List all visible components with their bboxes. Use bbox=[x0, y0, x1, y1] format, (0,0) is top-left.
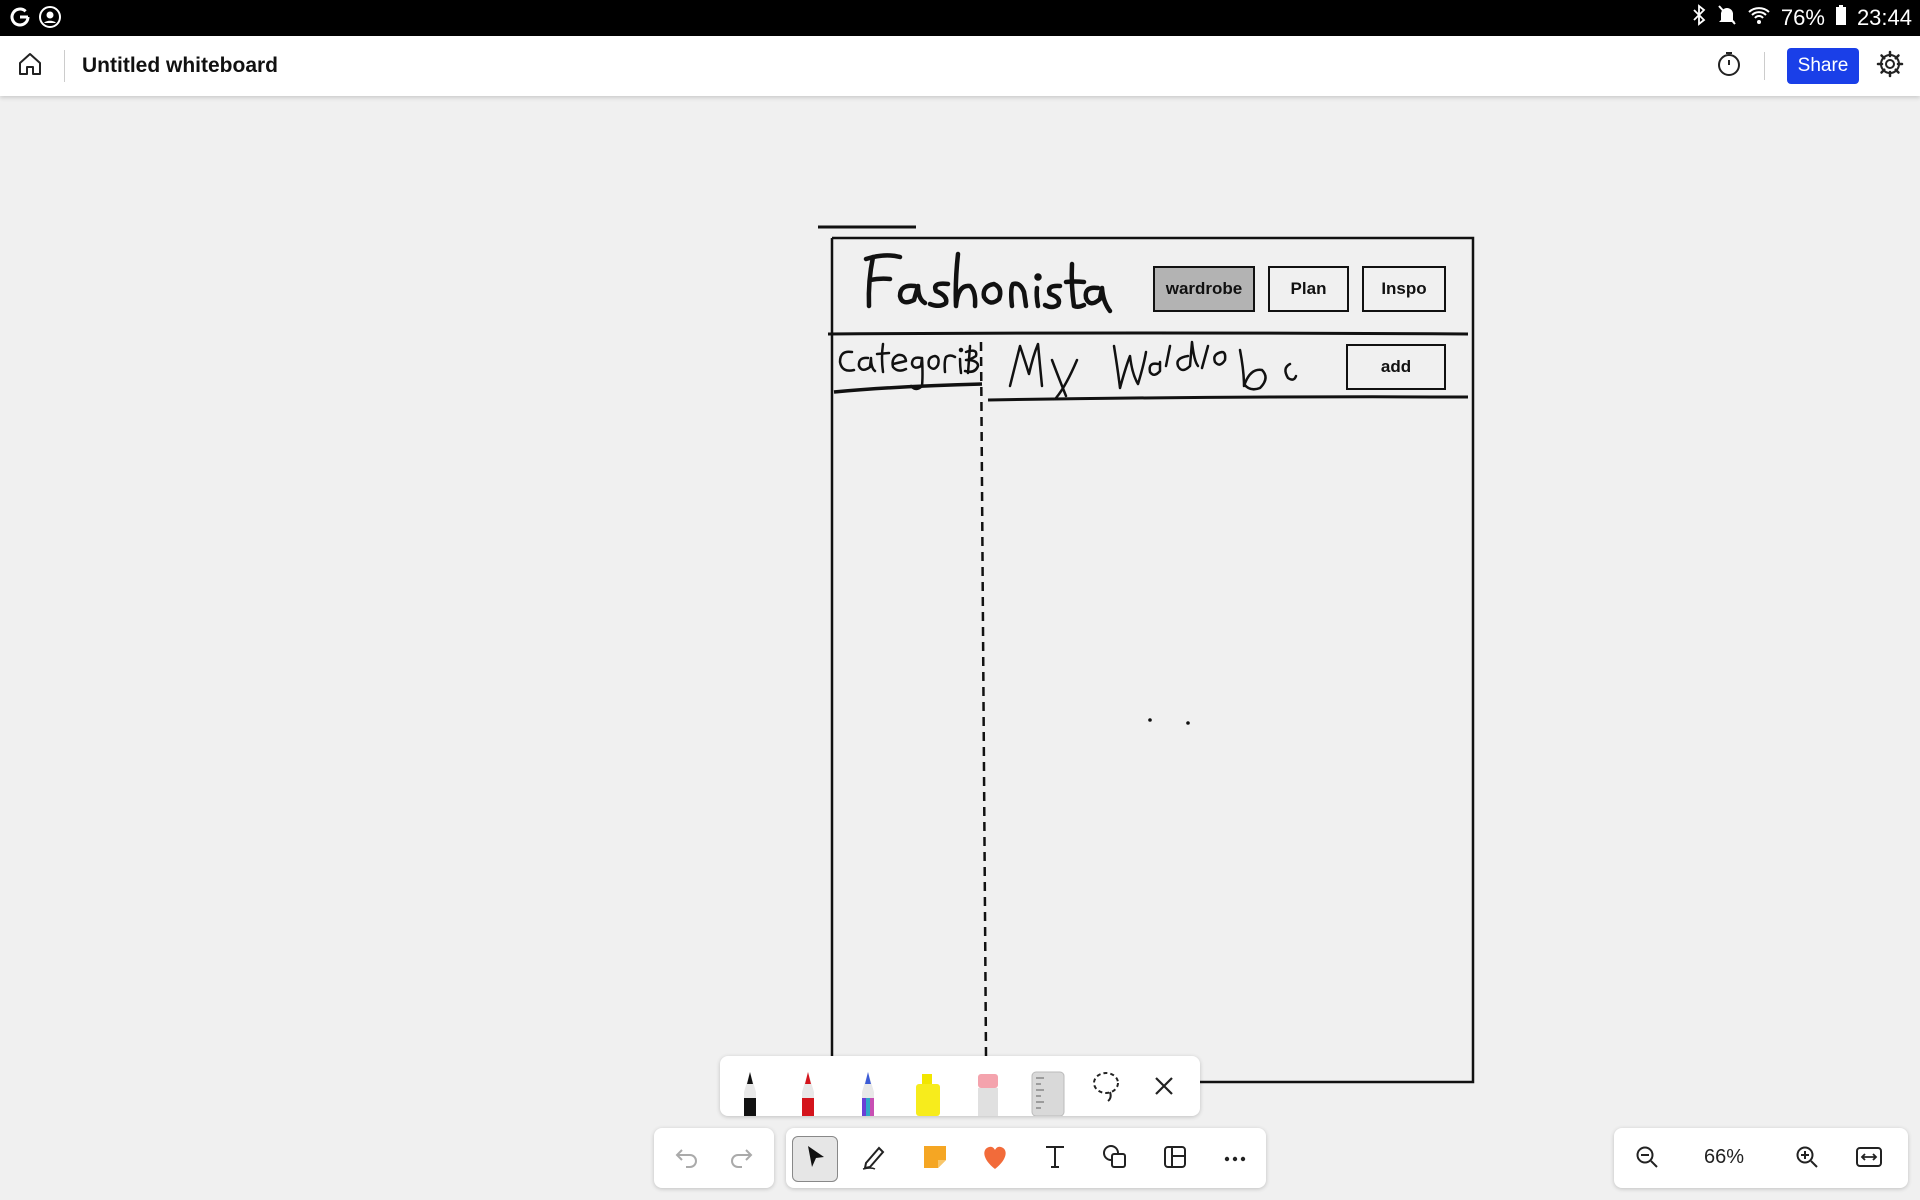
app-bar: Untitled whiteboard Share bbox=[0, 36, 1920, 96]
undo-button[interactable] bbox=[664, 1136, 710, 1182]
eraser-icon[interactable] bbox=[972, 1070, 1004, 1116]
mute-icon bbox=[1717, 4, 1737, 32]
lasso-select-icon[interactable] bbox=[1090, 1068, 1122, 1114]
text-icon bbox=[1043, 1144, 1067, 1175]
fit-width-button[interactable] bbox=[1846, 1136, 1892, 1182]
wireframe-plan-button[interactable]: Plan bbox=[1268, 266, 1349, 312]
home-icon bbox=[17, 51, 43, 82]
ruler-icon[interactable] bbox=[1030, 1070, 1065, 1117]
wardrobe-underline bbox=[987, 395, 1469, 402]
redo-icon bbox=[728, 1144, 754, 1175]
zoom-out-icon bbox=[1634, 1144, 1660, 1175]
zoom-toolbar: 66% bbox=[1614, 1128, 1908, 1188]
handwritten-logo bbox=[863, 251, 1113, 314]
timer-button[interactable] bbox=[1713, 50, 1745, 82]
sticky-note-tool-button[interactable] bbox=[912, 1136, 958, 1182]
wireframe-inspo-button[interactable]: Inspo bbox=[1362, 266, 1446, 312]
pen-icon bbox=[861, 1143, 889, 1176]
whiteboard-canvas[interactable]: wardrobe Plan Inspo add bbox=[0, 96, 1920, 1200]
shapes-tool-button[interactable] bbox=[1092, 1136, 1138, 1182]
history-toolbar bbox=[654, 1128, 774, 1188]
wireframe-drawing bbox=[818, 225, 1475, 1084]
wireframe-wardrobe-button[interactable]: wardrobe bbox=[1153, 266, 1255, 312]
home-button[interactable] bbox=[14, 50, 46, 82]
share-button[interactable]: Share bbox=[1787, 48, 1859, 84]
undo-icon bbox=[674, 1144, 700, 1175]
black-pen-icon[interactable] bbox=[734, 1070, 766, 1116]
sidebar-divider bbox=[979, 341, 988, 1057]
yellow-highlighter-icon[interactable] bbox=[910, 1070, 942, 1116]
divider bbox=[1764, 52, 1765, 80]
text-tool-button[interactable] bbox=[1032, 1136, 1078, 1182]
handwritten-wardrobe bbox=[1008, 340, 1298, 400]
ink-dot bbox=[1148, 718, 1152, 722]
bluetooth-icon bbox=[1691, 4, 1707, 32]
ink-dot bbox=[1186, 721, 1190, 725]
zoom-in-button[interactable] bbox=[1784, 1136, 1830, 1182]
settings-icon bbox=[1876, 50, 1904, 83]
reaction-tool-button[interactable] bbox=[972, 1136, 1018, 1182]
select-tool-button[interactable] bbox=[792, 1136, 838, 1182]
wifi-icon bbox=[1747, 4, 1771, 32]
pen-tray bbox=[720, 1056, 1200, 1118]
zoom-out-button[interactable] bbox=[1624, 1136, 1670, 1182]
templates-tool-button[interactable] bbox=[1152, 1136, 1198, 1182]
galaxy-pen-icon[interactable] bbox=[852, 1070, 884, 1116]
settings-button[interactable] bbox=[1874, 50, 1906, 82]
zoom-in-icon bbox=[1794, 1144, 1820, 1175]
heart-icon bbox=[980, 1143, 1010, 1176]
wireframe-add-button[interactable]: add bbox=[1346, 344, 1446, 390]
sticky-note-icon bbox=[921, 1143, 949, 1176]
clock: 23:44 bbox=[1856, 5, 1912, 30]
redo-button[interactable] bbox=[718, 1136, 764, 1182]
more-icon bbox=[1223, 1150, 1247, 1168]
account-icon bbox=[38, 5, 62, 34]
close-icon[interactable] bbox=[1150, 1072, 1182, 1118]
shapes-icon bbox=[1101, 1143, 1129, 1176]
page-title: Untitled whiteboard bbox=[82, 54, 278, 77]
status-bar: 76% 23:44 bbox=[0, 0, 1920, 36]
handwritten-categories bbox=[838, 342, 980, 391]
google-icon bbox=[8, 5, 32, 34]
zoom-level: 66% bbox=[1704, 1146, 1745, 1168]
red-pen-icon[interactable] bbox=[792, 1070, 824, 1116]
battery-icon bbox=[1835, 4, 1847, 32]
pointer-icon bbox=[803, 1144, 827, 1175]
header-divider bbox=[827, 331, 1469, 336]
templates-icon bbox=[1162, 1144, 1188, 1175]
tools-toolbar bbox=[786, 1128, 1266, 1188]
categories-underline bbox=[833, 382, 983, 394]
timer-icon bbox=[1716, 51, 1742, 82]
battery-percent: 76% bbox=[1780, 5, 1825, 30]
pen-tool-button[interactable] bbox=[852, 1136, 898, 1182]
fit-width-icon bbox=[1855, 1145, 1883, 1174]
divider bbox=[64, 50, 65, 82]
more-tools-button[interactable] bbox=[1212, 1136, 1258, 1182]
